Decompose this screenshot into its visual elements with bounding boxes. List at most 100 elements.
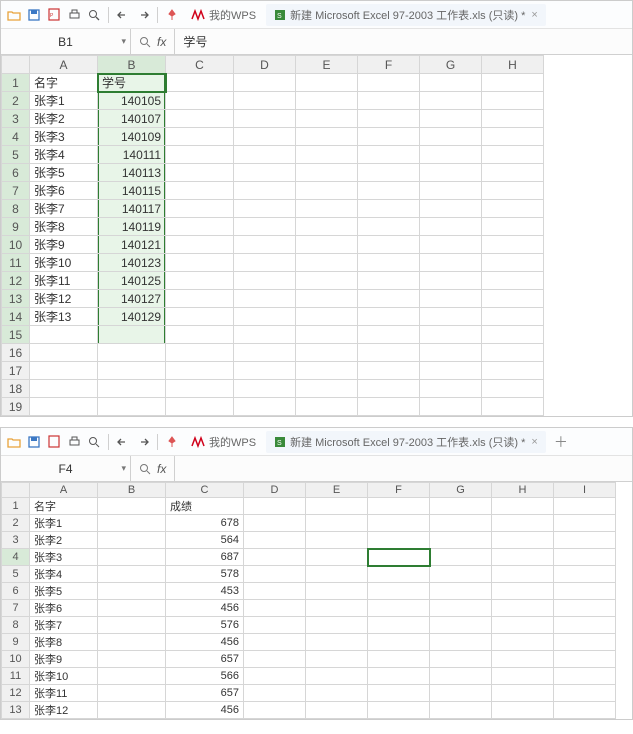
corner-cell[interactable]: [2, 483, 30, 498]
cell[interactable]: [296, 308, 358, 326]
cell[interactable]: [234, 344, 296, 362]
cell[interactable]: [492, 702, 554, 719]
cell[interactable]: [482, 380, 544, 398]
cell[interactable]: [430, 600, 492, 617]
cell[interactable]: [368, 634, 430, 651]
cell[interactable]: [234, 326, 296, 344]
cell[interactable]: [98, 685, 166, 702]
cell[interactable]: 张李5: [30, 583, 98, 600]
cell[interactable]: [420, 164, 482, 182]
cell[interactable]: [482, 218, 544, 236]
cell[interactable]: 140107: [98, 110, 166, 128]
cell[interactable]: 678: [166, 515, 244, 532]
cell[interactable]: 名字: [30, 74, 98, 92]
cell[interactable]: 140121: [98, 236, 166, 254]
cell[interactable]: [244, 617, 306, 634]
name-box[interactable]: F4 ▾: [1, 456, 131, 481]
cell[interactable]: 张李5: [30, 164, 98, 182]
cell[interactable]: [482, 182, 544, 200]
col-header-B[interactable]: B: [98, 483, 166, 498]
cell[interactable]: 456: [166, 634, 244, 651]
cell[interactable]: [368, 617, 430, 634]
cell[interactable]: [98, 498, 166, 515]
cell[interactable]: [482, 272, 544, 290]
cell[interactable]: [358, 290, 420, 308]
cell[interactable]: [30, 326, 98, 344]
cell[interactable]: [358, 308, 420, 326]
col-header-H[interactable]: H: [482, 56, 544, 74]
cell[interactable]: [234, 218, 296, 236]
cell[interactable]: 456: [166, 600, 244, 617]
cell[interactable]: [358, 380, 420, 398]
cell[interactable]: [98, 634, 166, 651]
cell[interactable]: 张李10: [30, 668, 98, 685]
cell[interactable]: [98, 668, 166, 685]
cell[interactable]: [166, 164, 234, 182]
row-header[interactable]: 4: [2, 128, 30, 146]
row-header[interactable]: 19: [2, 398, 30, 416]
cell[interactable]: [420, 308, 482, 326]
row-header[interactable]: 4: [2, 549, 30, 566]
cell[interactable]: [98, 362, 166, 380]
cell[interactable]: 成绩: [166, 498, 244, 515]
cell[interactable]: [554, 532, 616, 549]
cell[interactable]: 张李6: [30, 600, 98, 617]
cell[interactable]: [368, 702, 430, 719]
cell[interactable]: 张李10: [30, 254, 98, 272]
cell[interactable]: [98, 380, 166, 398]
cell[interactable]: [492, 498, 554, 515]
cell[interactable]: [482, 110, 544, 128]
row-header[interactable]: 6: [2, 164, 30, 182]
cell[interactable]: [554, 549, 616, 566]
cell[interactable]: [420, 362, 482, 380]
row-header[interactable]: 9: [2, 218, 30, 236]
cell[interactable]: [296, 344, 358, 362]
cell[interactable]: 名字: [30, 498, 98, 515]
cell[interactable]: [166, 344, 234, 362]
cell[interactable]: [492, 617, 554, 634]
cell[interactable]: [358, 362, 420, 380]
cell[interactable]: [368, 600, 430, 617]
chevron-down-icon[interactable]: ▾: [121, 36, 126, 47]
cell[interactable]: [166, 200, 234, 218]
search-icon[interactable]: [139, 463, 151, 475]
cell[interactable]: [368, 515, 430, 532]
redo-icon[interactable]: [134, 6, 152, 24]
row-header[interactable]: 3: [2, 532, 30, 549]
cell[interactable]: [244, 498, 306, 515]
cell[interactable]: [420, 146, 482, 164]
row-header[interactable]: 13: [2, 290, 30, 308]
cell[interactable]: [234, 164, 296, 182]
cell[interactable]: [420, 380, 482, 398]
cell[interactable]: 140109: [98, 128, 166, 146]
cell[interactable]: [430, 685, 492, 702]
cell[interactable]: [234, 236, 296, 254]
cell[interactable]: [358, 164, 420, 182]
cell[interactable]: [420, 92, 482, 110]
cell[interactable]: [98, 344, 166, 362]
cell[interactable]: [482, 146, 544, 164]
cell[interactable]: [368, 566, 430, 583]
cell[interactable]: [244, 566, 306, 583]
pdf-icon[interactable]: [45, 433, 63, 451]
cell[interactable]: 张李8: [30, 634, 98, 651]
cell[interactable]: [306, 702, 368, 719]
undo-icon[interactable]: [114, 433, 132, 451]
col-header-E[interactable]: E: [296, 56, 358, 74]
tab-wps-home[interactable]: 我的WPS: [183, 4, 264, 26]
cell[interactable]: [492, 600, 554, 617]
col-header-I[interactable]: I: [554, 483, 616, 498]
cell[interactable]: [98, 702, 166, 719]
cell[interactable]: 657: [166, 651, 244, 668]
cell[interactable]: [296, 380, 358, 398]
cell[interactable]: [30, 380, 98, 398]
cell[interactable]: [306, 668, 368, 685]
row-header[interactable]: 2: [2, 92, 30, 110]
cell[interactable]: [296, 146, 358, 164]
row-header[interactable]: 1: [2, 498, 30, 515]
cell[interactable]: 张李4: [30, 566, 98, 583]
cell[interactable]: [296, 200, 358, 218]
cell[interactable]: 140117: [98, 200, 166, 218]
cell[interactable]: [296, 74, 358, 92]
cell[interactable]: 576: [166, 617, 244, 634]
